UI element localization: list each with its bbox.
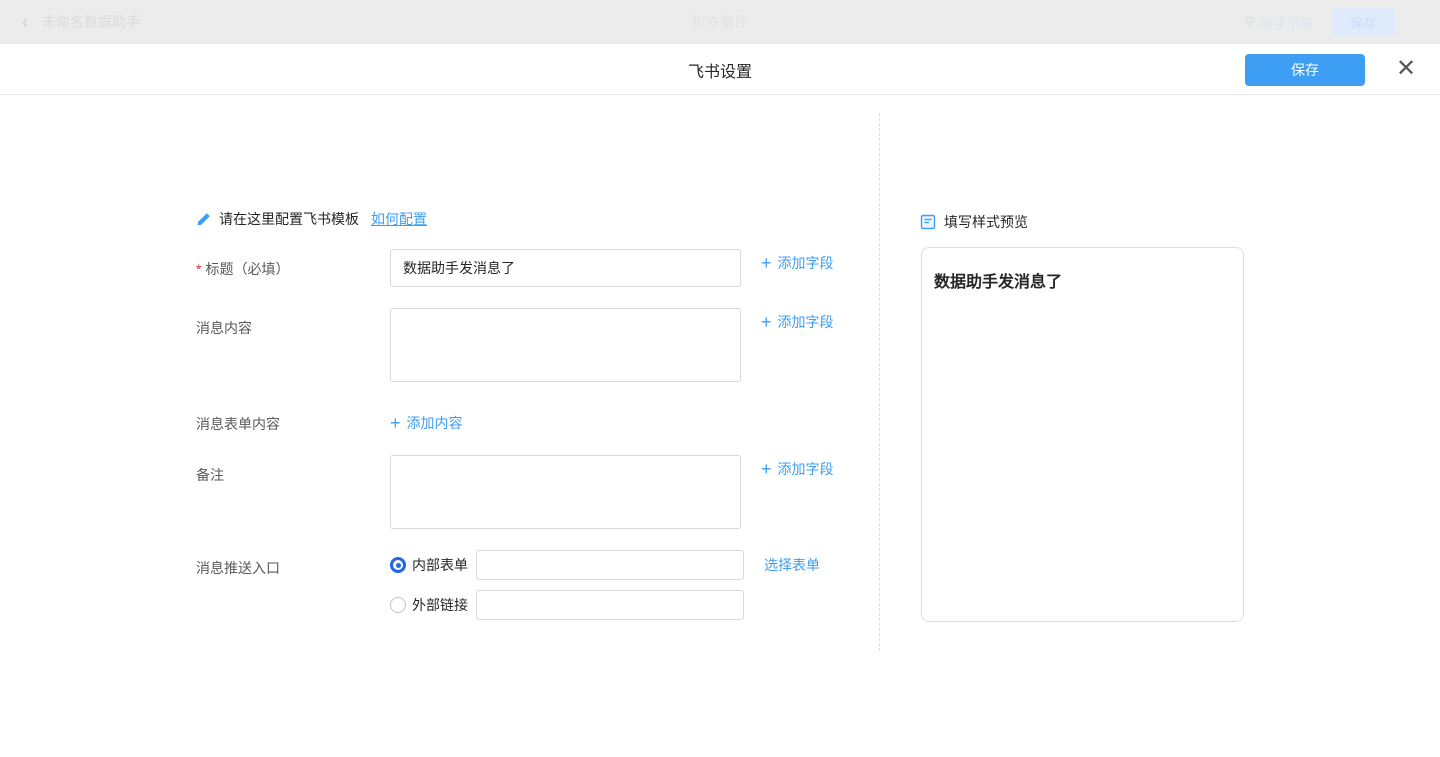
title-add-field-link[interactable]: + 添加字段 (761, 249, 834, 267)
title-input[interactable] (390, 249, 741, 287)
required-asterisk: * (196, 261, 201, 277)
form-preview-icon (920, 214, 936, 230)
external-link-input[interactable] (476, 590, 744, 620)
external-link-line: 外部链接 (390, 590, 820, 620)
config-hint-row: 请在这里配置飞书模板 如何配置 (196, 209, 427, 229)
internal-form-input[interactable] (476, 550, 744, 580)
feishu-settings-modal: 飞书设置 保存 ✕ 请在这里配置飞书模板 如何配置 *标题（必填） + 添加字段… (0, 44, 1440, 757)
push-entry-row: 消息推送入口 内部表单 选择表单 外部链接 (196, 550, 820, 620)
config-hint-text: 请在这里配置飞书模板 (219, 209, 359, 229)
preview-card-title: 数据助手发消息了 (934, 268, 1231, 292)
save-button[interactable]: 保存 (1245, 54, 1365, 86)
vertical-dashed-divider (879, 113, 880, 651)
preview-header-label: 填写样式预览 (944, 212, 1028, 232)
pencil-icon (196, 212, 211, 227)
pin-icon (1244, 15, 1256, 29)
message-content-row: 消息内容 + 添加字段 (196, 308, 834, 382)
preview-header: 填写样式预览 (920, 212, 1028, 232)
topbar-center-title: 控件事件 (0, 12, 1440, 32)
topbar: ‹ 未命名数据助手 控件事件 新手引导 保存 (0, 0, 1440, 44)
title-label: *标题（必填） (196, 249, 390, 287)
add-content-link[interactable]: + 添加内容 (390, 414, 463, 432)
plus-icon: + (761, 256, 772, 270)
message-form-content-label: 消息表单内容 (196, 414, 390, 434)
message-content-label: 消息内容 (196, 308, 390, 382)
remark-textarea[interactable] (390, 455, 741, 529)
internal-form-line: 内部表单 选择表单 (390, 550, 820, 580)
internal-form-label[interactable]: 内部表单 (412, 555, 468, 575)
select-form-link[interactable]: 选择表单 (764, 555, 820, 575)
modal-body: 请在这里配置飞书模板 如何配置 *标题（必填） + 添加字段 消息内容 + 添加… (0, 95, 1440, 757)
title-field-row: *标题（必填） + 添加字段 (196, 249, 834, 287)
plus-icon: + (761, 315, 772, 329)
remark-add-field-link[interactable]: + 添加字段 (761, 455, 834, 473)
internal-form-radio[interactable] (390, 557, 406, 573)
guide-link[interactable]: 新手引导 (1244, 13, 1313, 32)
message-form-content-row: 消息表单内容 + 添加内容 (196, 414, 463, 434)
remark-row: 备注 + 添加字段 (196, 455, 834, 529)
preview-card: 数据助手发消息了 (921, 247, 1244, 622)
message-add-field-link[interactable]: + 添加字段 (761, 308, 834, 326)
modal-header: 飞书设置 保存 ✕ (0, 44, 1440, 95)
message-content-textarea[interactable] (390, 308, 741, 382)
how-to-configure-link[interactable]: 如何配置 (371, 209, 427, 229)
remark-label: 备注 (196, 455, 390, 529)
external-link-label[interactable]: 外部链接 (412, 595, 468, 615)
external-link-radio[interactable] (390, 597, 406, 613)
plus-icon: + (390, 416, 401, 430)
modal-title: 飞书设置 (0, 44, 1440, 95)
plus-icon: + (761, 462, 772, 476)
topbar-save-button[interactable]: 保存 (1331, 8, 1395, 36)
close-icon[interactable]: ✕ (1395, 58, 1417, 80)
guide-label: 新手引导 (1261, 13, 1313, 32)
push-entry-label: 消息推送入口 (196, 550, 390, 620)
